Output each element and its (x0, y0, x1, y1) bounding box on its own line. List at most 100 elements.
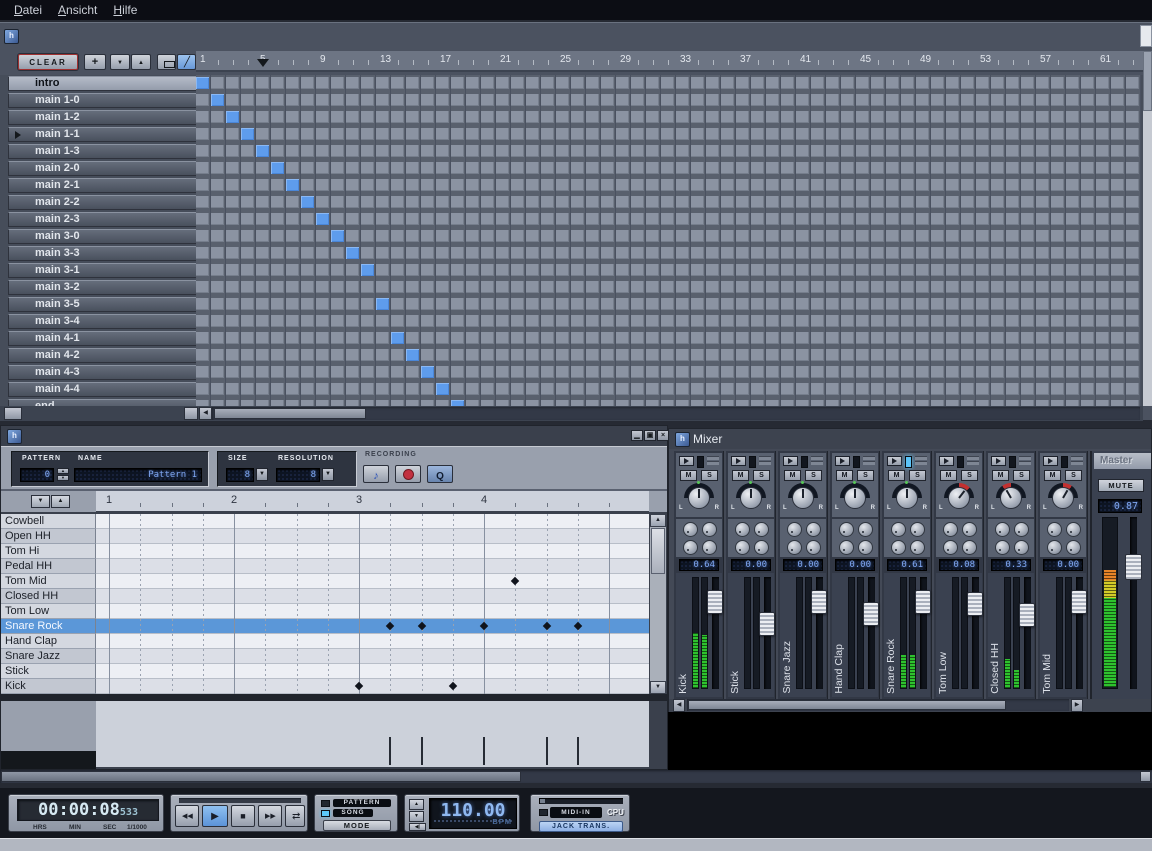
song-cell[interactable] (541, 381, 556, 398)
song-cell[interactable] (1126, 364, 1141, 381)
song-cell[interactable] (1036, 211, 1051, 228)
song-cell[interactable] (436, 364, 451, 381)
song-cell[interactable] (211, 92, 226, 109)
song-cell[interactable] (271, 75, 286, 92)
song-cell[interactable] (511, 313, 526, 330)
song-cell[interactable] (736, 92, 751, 109)
mute-button[interactable]: M (732, 470, 749, 481)
song-cell[interactable] (781, 381, 796, 398)
song-cell[interactable] (766, 194, 781, 211)
song-cell[interactable] (1111, 330, 1126, 347)
song-cell[interactable] (256, 211, 271, 228)
song-cell[interactable] (301, 228, 316, 245)
song-cell[interactable] (346, 364, 361, 381)
song-cell[interactable] (796, 194, 811, 211)
song-cell[interactable] (646, 160, 661, 177)
song-cell[interactable] (1051, 126, 1066, 143)
song-cell[interactable] (1081, 228, 1096, 245)
song-cell[interactable] (421, 364, 436, 381)
song-cell[interactable] (706, 177, 721, 194)
song-cell[interactable] (856, 228, 871, 245)
song-cell[interactable] (211, 109, 226, 126)
song-cell[interactable] (466, 245, 481, 262)
song-cell[interactable] (481, 211, 496, 228)
song-cell[interactable] (451, 347, 466, 364)
song-cell[interactable] (1036, 398, 1051, 406)
song-cell[interactable] (256, 381, 271, 398)
mute-button[interactable]: M (1044, 470, 1061, 481)
song-cell[interactable] (586, 177, 601, 194)
song-cell[interactable] (541, 109, 556, 126)
song-cell[interactable] (1111, 279, 1126, 296)
song-cell[interactable] (916, 194, 931, 211)
strip-play-button[interactable] (887, 456, 902, 466)
song-cell[interactable] (736, 75, 751, 92)
song-cell[interactable] (706, 347, 721, 364)
song-cell[interactable] (751, 381, 766, 398)
song-cell[interactable] (481, 279, 496, 296)
song-cell[interactable] (856, 347, 871, 364)
song-cell[interactable] (586, 194, 601, 211)
song-cell[interactable] (526, 381, 541, 398)
song-cell[interactable] (271, 211, 286, 228)
instrument-name[interactable]: Tom Hi (1, 544, 96, 559)
song-cell[interactable] (1096, 194, 1111, 211)
song-cell[interactable] (601, 160, 616, 177)
song-cell[interactable] (796, 177, 811, 194)
song-cell[interactable] (721, 126, 736, 143)
song-cell[interactable] (241, 364, 256, 381)
song-cell[interactable] (781, 160, 796, 177)
song-cell[interactable] (361, 364, 376, 381)
song-cell[interactable] (211, 398, 226, 406)
song-cell[interactable] (211, 262, 226, 279)
song-cell[interactable] (376, 296, 391, 313)
song-cell[interactable] (721, 109, 736, 126)
song-cell[interactable] (871, 347, 886, 364)
song-cell[interactable] (961, 177, 976, 194)
song-cell[interactable] (901, 313, 916, 330)
song-cell[interactable] (511, 126, 526, 143)
mixer-hscrollbar[interactable]: ◀ ▶ (669, 699, 1151, 712)
song-cell[interactable] (601, 364, 616, 381)
song-cell[interactable] (631, 364, 646, 381)
song-cell[interactable] (931, 245, 946, 262)
song-cell[interactable] (406, 262, 421, 279)
song-cell[interactable] (661, 296, 676, 313)
song-cell[interactable] (586, 160, 601, 177)
song-cell[interactable] (631, 75, 646, 92)
song-cell[interactable] (976, 347, 991, 364)
song-cell[interactable] (886, 279, 901, 296)
fx-send-knob[interactable] (683, 540, 698, 555)
song-cell[interactable] (736, 126, 751, 143)
channel-fader-thumb[interactable] (967, 592, 983, 616)
song-cell[interactable] (976, 177, 991, 194)
song-cell[interactable] (421, 177, 436, 194)
song-cell[interactable] (736, 364, 751, 381)
song-cell[interactable] (706, 381, 721, 398)
song-cell[interactable] (721, 330, 736, 347)
song-cell[interactable] (586, 296, 601, 313)
song-cell[interactable] (691, 347, 706, 364)
song-cell[interactable] (841, 160, 856, 177)
song-cell[interactable] (376, 194, 391, 211)
song-cell[interactable] (691, 330, 706, 347)
song-cell[interactable] (796, 143, 811, 160)
song-cell[interactable] (841, 143, 856, 160)
song-cell[interactable] (421, 160, 436, 177)
song-cell[interactable] (871, 313, 886, 330)
song-cell[interactable] (1126, 245, 1141, 262)
song-cell[interactable] (271, 296, 286, 313)
song-cell[interactable] (286, 109, 301, 126)
song-cell[interactable] (346, 296, 361, 313)
song-cell[interactable] (856, 126, 871, 143)
song-cell[interactable] (871, 381, 886, 398)
song-cell[interactable] (676, 194, 691, 211)
song-cell[interactable] (1096, 381, 1111, 398)
song-cell[interactable] (931, 330, 946, 347)
song-cell[interactable] (451, 160, 466, 177)
song-cell[interactable] (376, 211, 391, 228)
song-cell[interactable] (301, 262, 316, 279)
song-cell[interactable] (571, 177, 586, 194)
song-cell[interactable] (1081, 126, 1096, 143)
song-cell[interactable] (721, 92, 736, 109)
